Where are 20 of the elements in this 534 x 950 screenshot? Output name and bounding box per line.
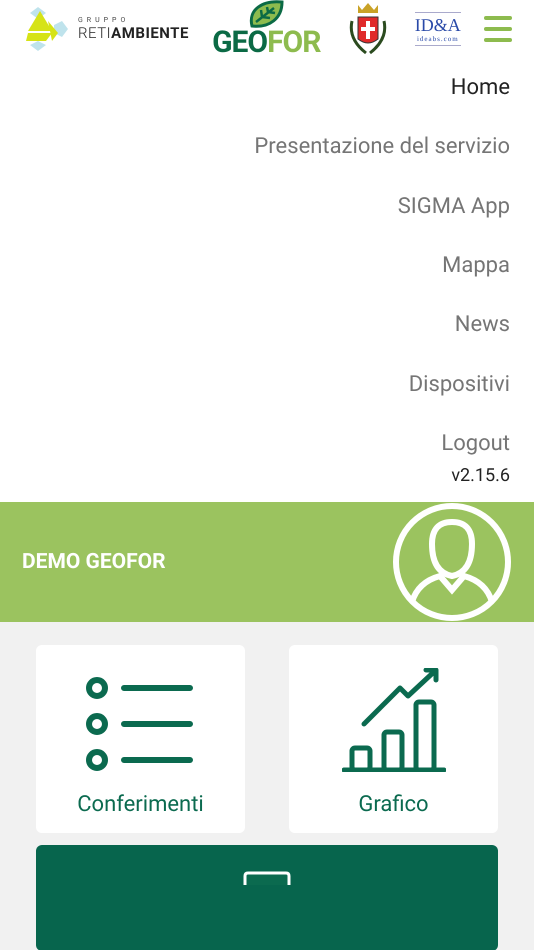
user-name: DEMO GEOFOR xyxy=(22,550,166,574)
version-label: v2.15.6 xyxy=(451,465,510,486)
menu-item[interactable]: Home xyxy=(450,58,510,118)
user-avatar-icon xyxy=(392,502,512,622)
tile-button[interactable]: Conferimenti xyxy=(36,645,245,834)
logo-wordmark: RETIAMBIENTE xyxy=(78,24,189,42)
menu-item[interactable]: Mappa xyxy=(442,236,510,296)
menu-item[interactable]: SIGMA App xyxy=(398,176,510,236)
menu-item[interactable]: News xyxy=(454,295,510,354)
growth-chart-icon xyxy=(342,668,446,772)
hexagon-logo-icon xyxy=(24,7,68,51)
menu-icon[interactable] xyxy=(484,16,512,42)
leaf-icon xyxy=(248,0,284,28)
menu-item[interactable]: Presentazione del servizio xyxy=(254,117,510,177)
screen-icon xyxy=(242,871,292,886)
list-icon xyxy=(86,676,196,772)
partner-wordmark: ID&A xyxy=(414,15,461,35)
brand-wordmark: GEOFOR xyxy=(212,28,320,58)
tile-button[interactable]: Grafico xyxy=(289,645,498,834)
menu-item[interactable]: Dispositivi xyxy=(408,354,510,414)
